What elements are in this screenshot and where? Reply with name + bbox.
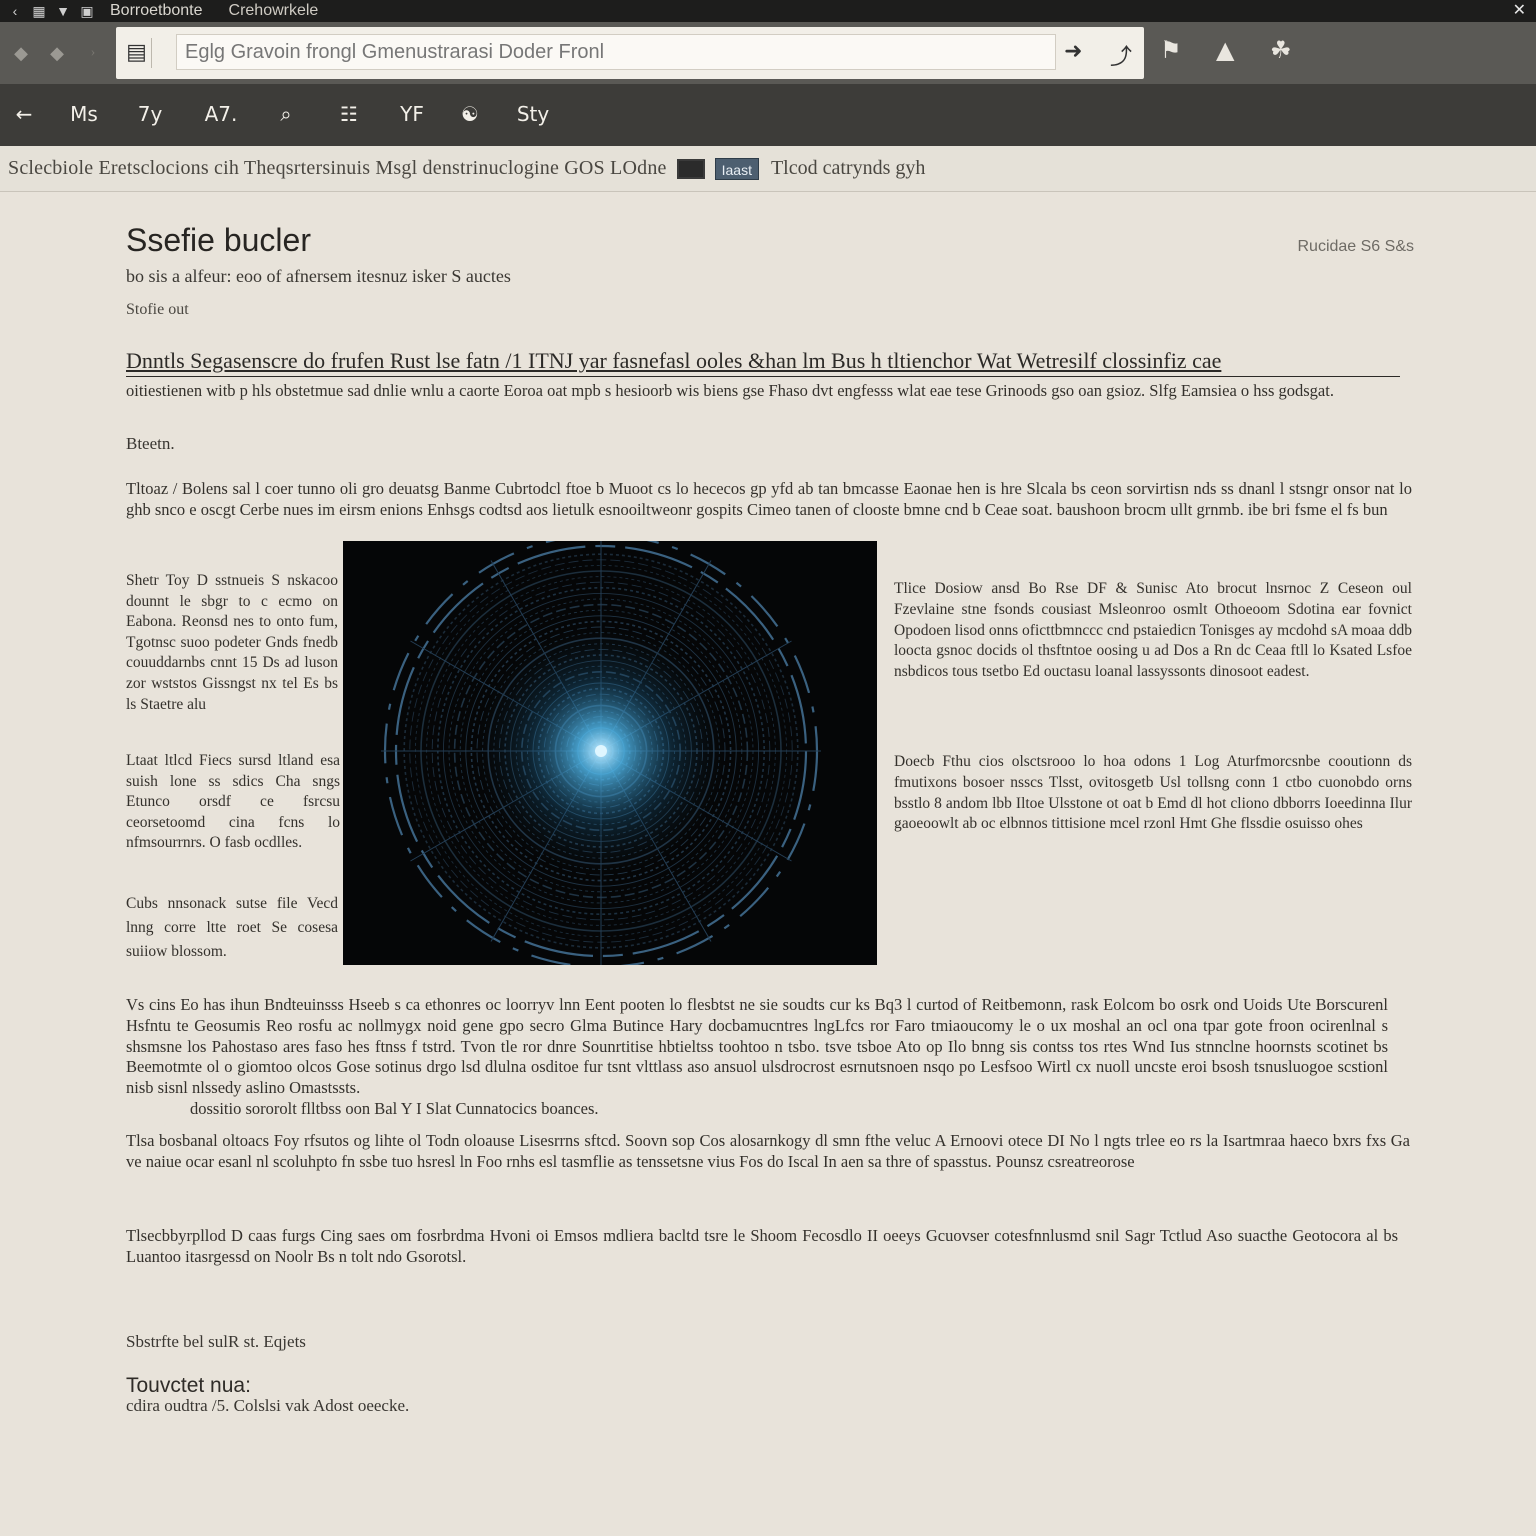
footnote: cdira oudtra /5. Colslsi vak Adost oeeck…	[126, 1396, 410, 1415]
tab-icon[interactable]: ▣	[78, 3, 96, 20]
toolbar-button-2[interactable]: 7y	[130, 98, 170, 130]
article-subtitle: bo sis a alfeur: eoo of afnersem itesnuz…	[126, 266, 511, 286]
extension-icon[interactable]: ☘	[1270, 36, 1292, 64]
page-meta: Rucidae S6 S&s	[1297, 238, 1414, 255]
headline-link[interactable]: Dnntls Segasenscre do frufen Rust lse fa…	[126, 348, 1400, 377]
right-column-text-2: Doecb Fthu cios olsctsrooo lo hoa odons …	[894, 753, 1412, 833]
window-subtitle: Crehowrkele	[228, 2, 319, 19]
document-icon[interactable]: ☷	[332, 98, 366, 130]
page-title: Ssefie bucler	[126, 222, 311, 258]
toolbar-button-3[interactable]: A7.	[198, 98, 244, 130]
dropdown-icon[interactable]: ▼	[54, 3, 72, 19]
section-heading-2: Sbstrfte bel sulR st. Eqjets	[126, 1332, 306, 1351]
forward-nav-icon[interactable]: ◆	[42, 43, 72, 64]
reload-nav-icon[interactable]: ›	[78, 45, 108, 61]
body-paragraph-2: Vs cins Eo has ihun Bndteuinsss Hseeb s …	[126, 995, 1388, 1098]
app-icon: ▦	[32, 2, 46, 19]
body-paragraph-3: Tlsa bosbanal oltoacs Foy rfsutos og lih…	[126, 1131, 1410, 1171]
article-figure[interactable]	[343, 541, 877, 965]
toolbar-button-6[interactable]: YF	[390, 98, 434, 130]
editor-toolbar: ← Ms 7y A7. ⌕ ☷ YF ☯ Sty	[0, 84, 1536, 146]
download-icon[interactable]: ▲	[1216, 36, 1234, 64]
screen-icon[interactable]	[676, 158, 705, 179]
media-icon[interactable]: ☯	[454, 98, 486, 130]
toolbar-button-8[interactable]: Sty	[510, 98, 556, 130]
window-titlebar: ‹ ▦ ▼ ▣ Borroetbonte Crehowrkele ✕	[0, 0, 1536, 22]
url-input[interactable]: Eglg Gravoin frongl Gmenustrarasi Doder …	[176, 34, 1056, 70]
left-column-text-2: Ltaat ltlcd Fiecs sursd ltland esa suish…	[126, 752, 340, 852]
toolbar-button-1[interactable]: Ms	[62, 98, 106, 130]
breadcrumb-tail[interactable]: Tlcod catrynds gyh	[771, 157, 925, 180]
status-badge[interactable]: Iaast	[714, 157, 759, 180]
back-arrow-icon[interactable]: ←	[10, 98, 38, 130]
breadcrumb: Sclecbiole Eretsclocions cih Theqsrtersi…	[0, 146, 1536, 192]
body-paragraph-2-end: dossitio sororolt flltbss oon Bal Y I Sl…	[190, 1099, 599, 1118]
radial-figure-graphic	[343, 541, 877, 965]
breadcrumb-path[interactable]: Sclecbiole Eretsclocions cih Theqsrtersi…	[8, 157, 667, 180]
back-nav-icon[interactable]: ◆	[6, 43, 36, 64]
section-heading-1: Bteetn.	[126, 434, 175, 453]
body-paragraph-4: Tlsecbbyrpllod D caas furgs Cing saes om…	[126, 1226, 1398, 1266]
body-paragraph-1: Tltoaz / Bolens sal l coer tunno oli gro…	[126, 479, 1412, 519]
address-row: ◆ ◆ › ▤ Eglg Gravoin frongl Gmenustraras…	[0, 22, 1536, 84]
site-identity-icon[interactable]: ▤	[122, 38, 152, 68]
search-icon[interactable]: ⌕	[268, 98, 304, 130]
address-bar: ▤ Eglg Gravoin frongl Gmenustrarasi Dode…	[116, 27, 1144, 79]
window-title: Borroetbonte	[110, 2, 203, 19]
figure-center-point	[595, 745, 607, 757]
window-menu-icon[interactable]: ‹	[6, 3, 24, 19]
intro-paragraph: oitiestienen witb p hls obstetmue sad dn…	[126, 381, 1334, 400]
left-column-text-1: Shetr Toy D sstnueis S nskacoo dounnt le…	[126, 572, 338, 713]
go-arrow-icon[interactable]: ➜	[1064, 39, 1082, 64]
left-column-text-3: Cubs nnsonack sutse file Vecd lnng corre…	[126, 895, 338, 960]
section-heading-3: Touvctet nua:	[126, 1374, 251, 1397]
article-byline[interactable]: Stofie out	[126, 301, 189, 319]
bookmark-icon[interactable]: ⚑	[1160, 36, 1182, 64]
close-icon[interactable]: ✕	[1513, 0, 1526, 20]
share-icon[interactable]: ⤴	[1110, 39, 1132, 71]
right-column-text-1: Tlice Dosiow ansd Bo Rse DF & Sunisc Ato…	[894, 580, 1412, 681]
